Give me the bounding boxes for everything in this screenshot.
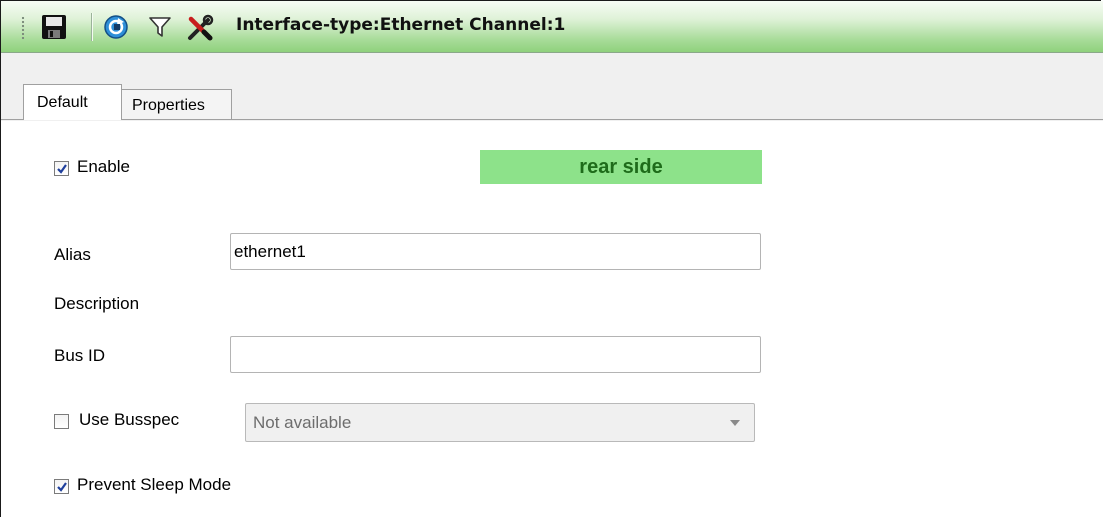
checkmark-icon xyxy=(57,482,67,492)
alias-label: Alias xyxy=(54,245,91,264)
checkmark-icon xyxy=(57,164,67,174)
prevent-sleep-checkbox[interactable] xyxy=(54,479,69,494)
tools-icon[interactable] xyxy=(186,14,214,41)
tab-default[interactable]: Default xyxy=(23,84,122,120)
enable-label: Enable xyxy=(77,157,130,176)
location-badge: rear side xyxy=(480,150,762,184)
alias-field[interactable]: ethernet1 xyxy=(230,233,761,270)
busspec-select[interactable]: Not available xyxy=(245,403,755,442)
toolbar-grip[interactable] xyxy=(21,16,25,40)
tab-properties[interactable]: Properties xyxy=(122,89,232,120)
tab-bar: Default Properties xyxy=(1,53,1103,121)
bus-id-label: Bus ID xyxy=(54,346,106,365)
use-busspec-checkbox[interactable] xyxy=(54,414,69,429)
prevent-sleep-label: Prevent Sleep Mode xyxy=(77,475,232,494)
filter-icon[interactable] xyxy=(149,16,175,42)
toolbar: Interface-type:Ethernet Channel:1 xyxy=(1,1,1103,53)
description-label: Description xyxy=(54,294,140,313)
tab-default-label: Default xyxy=(37,94,88,111)
busspec-select-value: Not available xyxy=(253,413,352,432)
bus-id-field[interactable] xyxy=(230,336,761,373)
refresh-icon[interactable] xyxy=(103,14,129,40)
use-busspec-label: Use Busspec xyxy=(79,410,180,429)
chevron-down-icon xyxy=(730,420,740,426)
toolbar-separator xyxy=(91,13,93,41)
save-icon[interactable] xyxy=(41,14,67,40)
enable-checkbox[interactable] xyxy=(54,161,69,176)
page-title: Interface-type:Ethernet Channel:1 xyxy=(236,15,566,35)
default-tab-panel: Enable rear side Alias ethernet1 Descrip… xyxy=(1,121,1103,519)
tab-properties-label: Properties xyxy=(132,97,205,114)
